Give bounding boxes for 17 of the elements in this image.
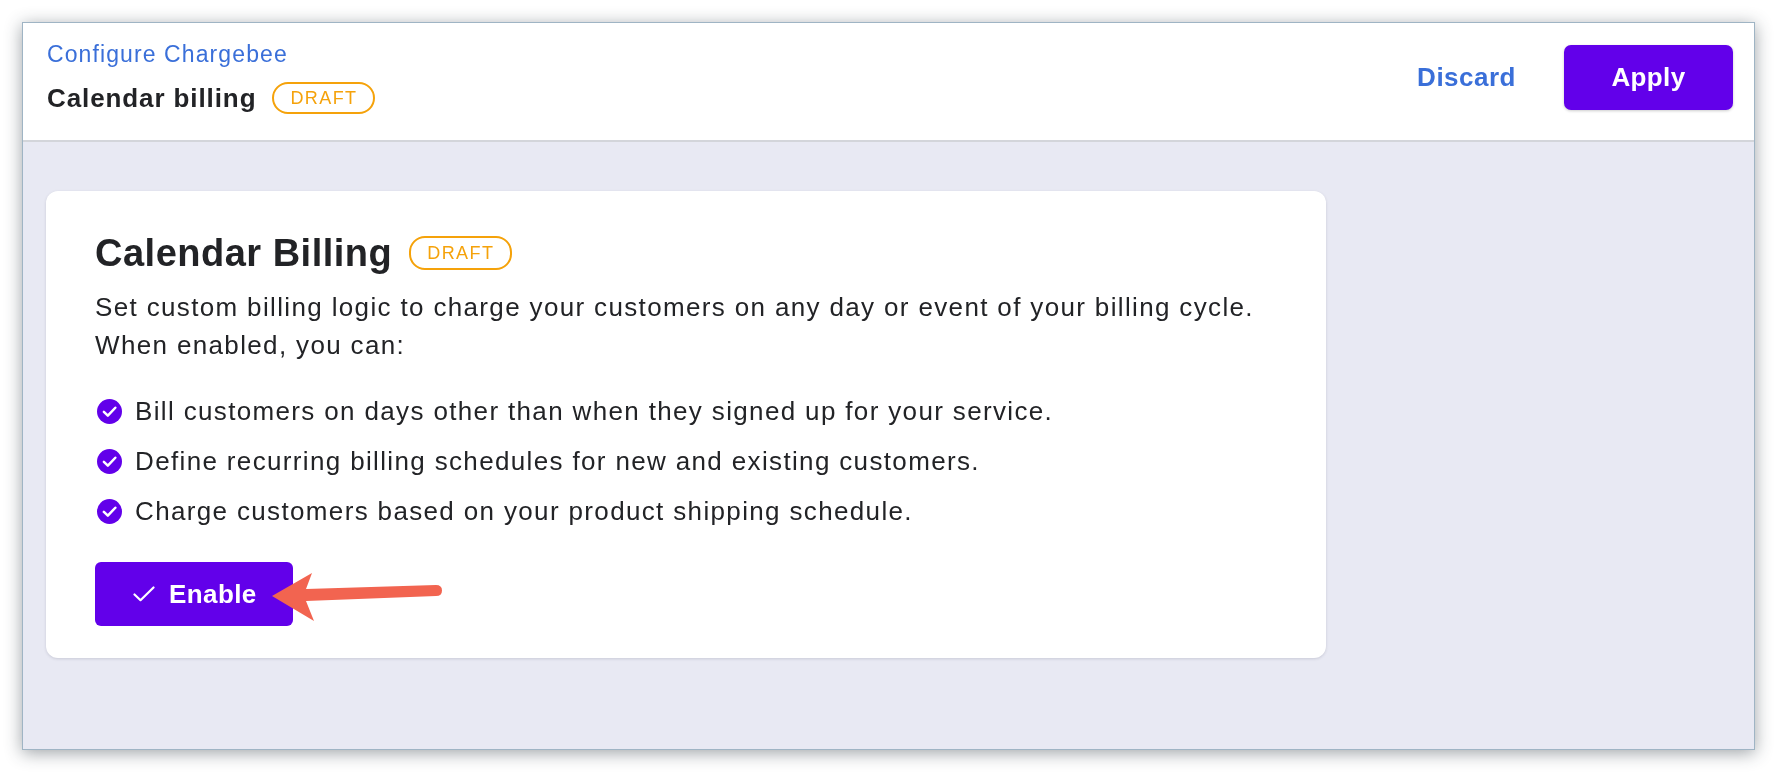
page-title: Calendar billing xyxy=(47,82,257,114)
card-title: Calendar Billing xyxy=(95,231,393,276)
description-text: Set custom billing logic to charge your customers on any day or event of your billing cycle. xyxy=(95,291,1255,324)
check-circle-icon xyxy=(97,448,122,474)
status-badge: DRAFT xyxy=(272,82,376,114)
feature-text: Bill customers on days other than when they signed up for your service. xyxy=(135,395,1054,427)
enable-button[interactable]: Enable xyxy=(95,562,293,626)
check-circle-icon xyxy=(97,498,122,524)
breadcrumb-link[interactable]: Configure Chargebee xyxy=(47,36,376,72)
feature-text: Define recurring billing schedules for new and existing customers. xyxy=(135,445,980,477)
status-badge: DRAFT xyxy=(409,236,513,270)
lead-in-text: When enabled, you can: xyxy=(95,329,407,362)
feature-text: Charge customers based on your product shipping schedule. xyxy=(135,495,913,527)
apply-button[interactable]: Apply xyxy=(1564,45,1733,110)
check-icon xyxy=(133,586,155,602)
discard-button[interactable]: Discard xyxy=(1417,62,1516,93)
check-circle-icon xyxy=(97,398,122,424)
